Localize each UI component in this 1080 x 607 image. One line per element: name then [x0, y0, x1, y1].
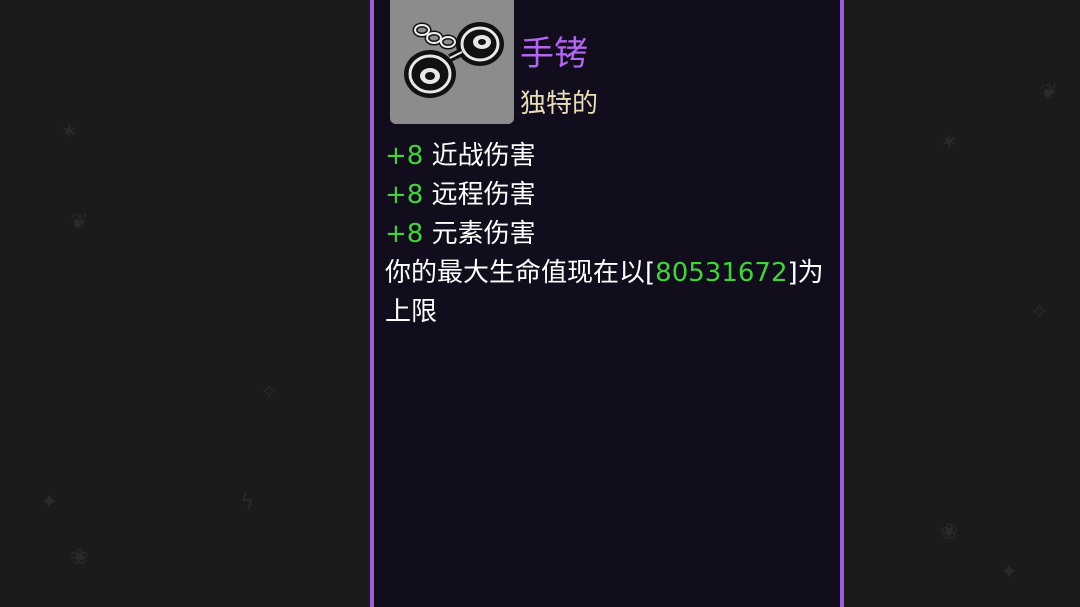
stat-value: +8	[385, 219, 424, 249]
background-decoration: ✦	[40, 490, 59, 515]
background-decoration: ✶	[940, 130, 959, 155]
item-rarity: 独特的	[520, 89, 599, 119]
item-tooltip-panel: 手铐 独特的 +8 近战伤害 +8 远程伤害 +8 元素伤害 你的最大生命值现在…	[370, 0, 844, 607]
stat-line: +8 远程伤害	[385, 176, 835, 215]
stat-label: 近战伤害	[431, 141, 536, 171]
item-name: 手铐	[520, 34, 588, 74]
stat-line: +8 元素伤害	[385, 215, 835, 254]
stat-value: +8	[385, 180, 424, 210]
background-decoration: ✶	[60, 120, 79, 145]
background-decoration: ✧	[260, 380, 279, 405]
item-effect-description: 你的最大生命值现在以[80531672]为上限	[385, 254, 837, 332]
background-decoration: ❦	[1040, 80, 1059, 105]
effect-number: 80531672	[655, 258, 788, 288]
stat-label: 元素伤害	[431, 219, 536, 249]
stat-label: 远程伤害	[431, 180, 536, 210]
item-stats: +8 近战伤害 +8 远程伤害 +8 元素伤害 你的最大生命值现在以[80531…	[385, 137, 835, 332]
background-decoration: ❀	[940, 520, 959, 545]
handcuffs-icon	[404, 22, 504, 98]
stat-line: +8 近战伤害	[385, 137, 835, 176]
stat-value: +8	[385, 141, 424, 171]
item-icon-frame	[390, 0, 514, 124]
background-decoration: ❀	[70, 545, 89, 570]
background-decoration: ✦	[1000, 560, 1019, 585]
background-decoration: ✧	[1030, 300, 1049, 325]
effect-prefix: 你的最大生命值现在以[	[385, 258, 656, 288]
game-scene: ✶ ❦ ✧ ϟ ✦ ❀ ✶ ❦ ✧ ❀ ✦ 手铐 独特的 +8 近战伤害 +8 …	[0, 0, 1080, 607]
background-decoration: ϟ	[240, 490, 255, 515]
background-decoration: ❦	[70, 210, 89, 235]
